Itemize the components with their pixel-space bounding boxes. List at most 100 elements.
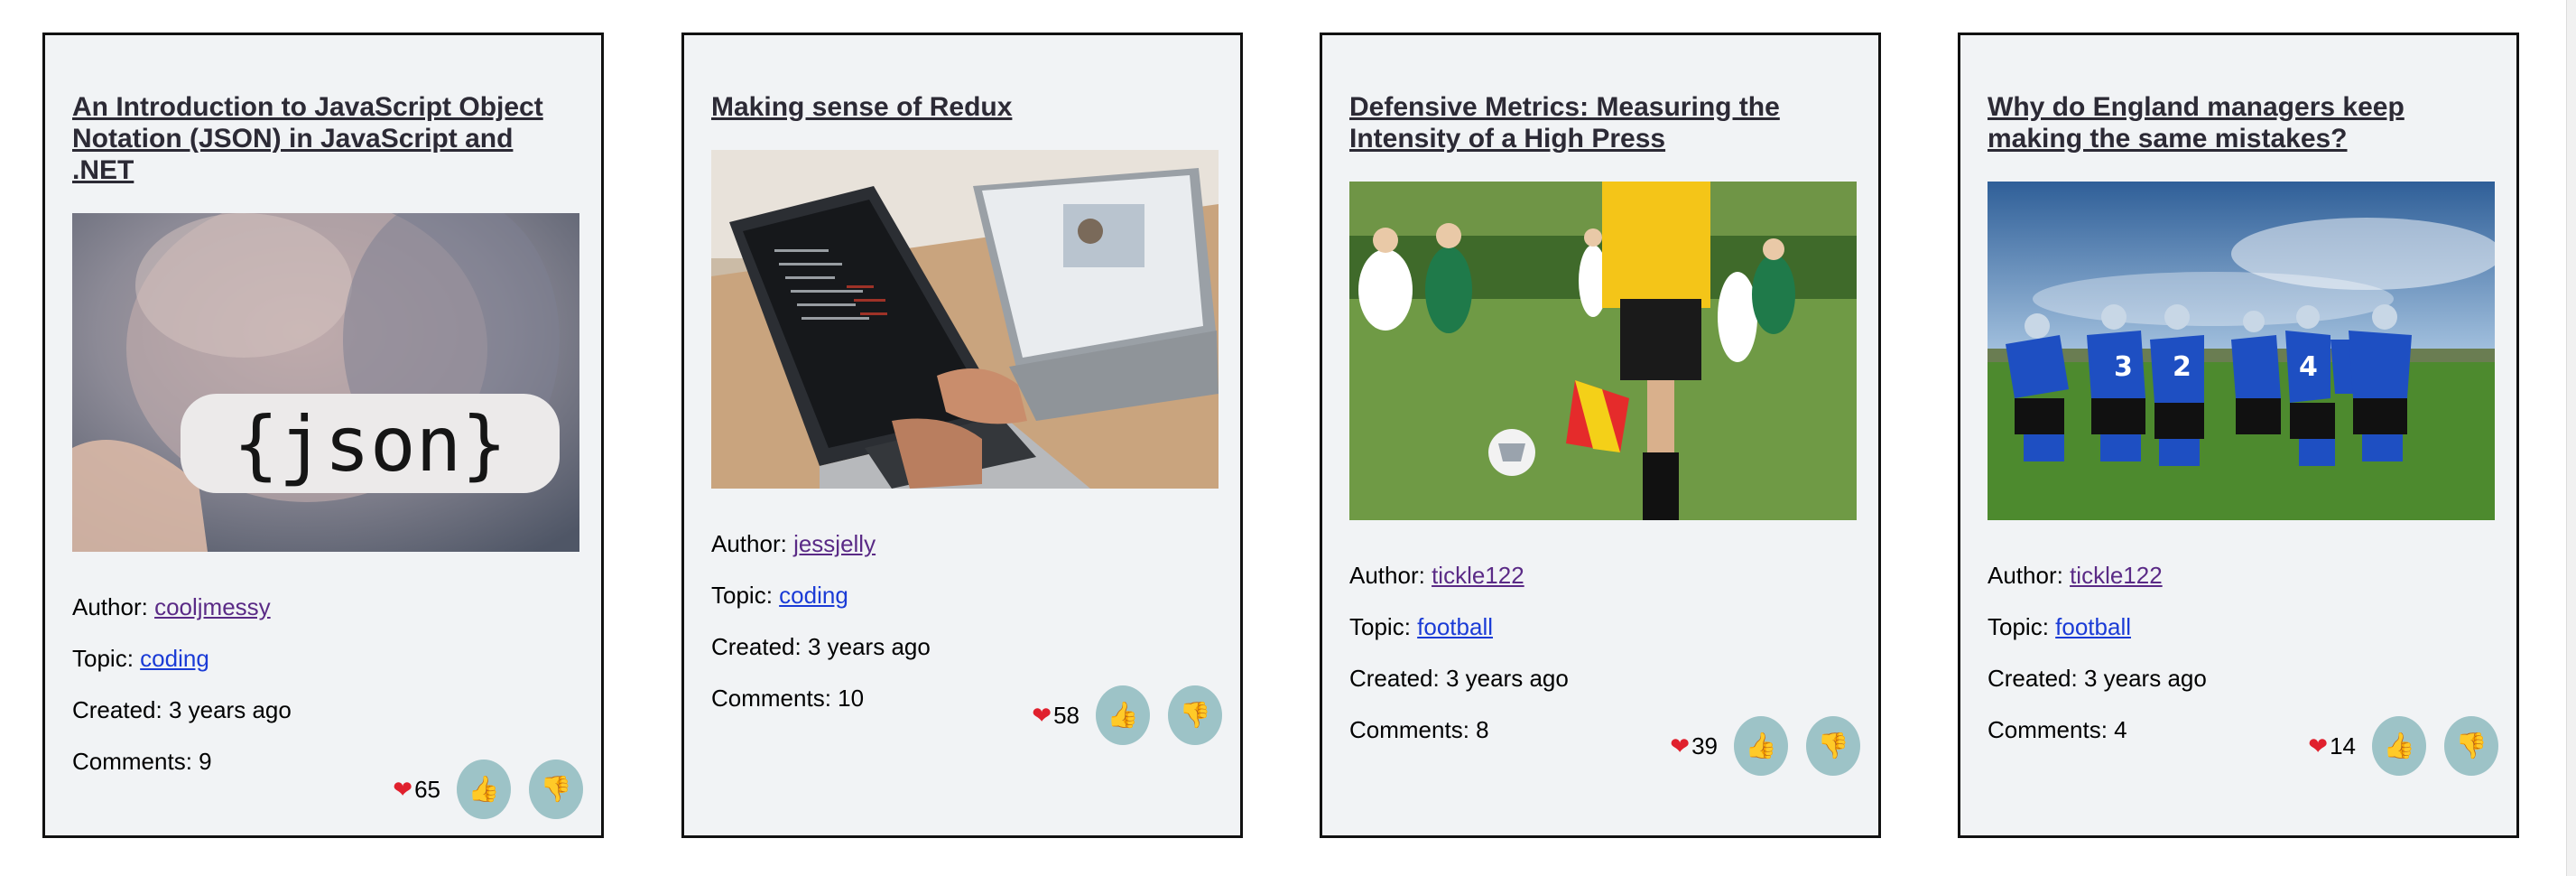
topic-link[interactable]: football [2055,613,2131,640]
article-card-content: Why do England managers keep making the … [1988,91,2495,768]
article-card-content: Defensive Metrics: Measuring the Intensi… [1349,91,1857,768]
comments-count: 10 [838,685,865,712]
topic-label: Topic: [711,582,780,609]
comments-label: Comments: [711,685,839,712]
topic-label: Topic: [1988,613,2056,640]
article-image-graphic: {json} [72,213,579,552]
article-image [1349,182,1857,520]
downvote-button[interactable]: 👎 [1168,685,1222,745]
topic-label: Topic: [72,645,141,672]
author-label: Author: [1988,562,2071,589]
downvote-button[interactable]: 👎 [1806,716,1860,776]
like-count-value: 39 [1691,732,1718,760]
downvote-button[interactable]: 👎 [529,760,583,819]
topic-row: Topic: football [1349,613,1857,640]
created-row: Created: 3 years ago [1349,665,1857,692]
heart-icon: ❤ [1032,702,1052,729]
heart-icon: ❤ [393,776,413,803]
vote-controls: ❤ 65 👍 👎 [393,760,583,819]
author-row: Author: tickle122 [1349,562,1857,589]
article-meta: Author: jessjelly Topic: coding Created:… [711,530,1219,712]
created-label: Created: [1988,665,2084,692]
created-value: 3 years ago [2083,665,2207,692]
comments-count: 9 [199,748,212,775]
like-count-value: 58 [1053,701,1080,729]
thumbs-down-icon: 👎 [540,775,572,803]
svg-text:3: 3 [2114,351,2133,383]
comments-label: Comments: [1349,716,1477,743]
topic-link[interactable]: football [1417,613,1493,640]
vote-controls: ❤ 39 👍 👎 [1670,716,1860,776]
author-label: Author: [711,530,794,557]
thumbs-down-icon: 👎 [1179,701,1211,729]
author-link[interactable]: jessjelly [793,530,876,557]
comments-count: 4 [2114,716,2127,743]
author-link[interactable]: tickle122 [1432,562,1524,589]
heart-icon: ❤ [1670,732,1691,760]
upvote-button[interactable]: 👍 [2372,716,2426,776]
created-value: 3 years ago [1445,665,1569,692]
article-meta: Author: cooljmessy Topic: coding Created… [72,593,579,775]
article-image-graphic [1349,182,1857,520]
created-label: Created: [1349,665,1446,692]
like-count-value: 14 [2330,732,2356,760]
thumbs-up-icon: 👍 [1745,732,1777,760]
heart-icon: ❤ [2308,732,2329,760]
article-title-link[interactable]: Defensive Metrics: Measuring the Intensi… [1349,91,1857,154]
article-title-link[interactable]: Why do England managers keep making the … [1988,91,2495,154]
like-count: ❤ 65 [393,776,440,804]
topic-label: Topic: [1349,613,1418,640]
article-card-content: An Introduction to JavaScript Object Not… [72,91,579,799]
upvote-button[interactable]: 👍 [1734,716,1788,776]
svg-text:2: 2 [2173,351,2191,383]
thumbs-up-icon: 👍 [468,775,500,803]
thumbs-up-icon: 👍 [1107,701,1139,729]
thumbs-down-icon: 👎 [2455,732,2488,760]
created-value: 3 years ago [168,696,292,723]
topic-row: Topic: coding [711,582,1219,609]
topic-row: Topic: football [1988,613,2495,640]
author-row: Author: tickle122 [1988,562,2495,589]
like-count-value: 65 [414,775,440,803]
article-title-link[interactable]: An Introduction to JavaScript Object Not… [72,91,579,186]
json-logo-text: {json} [233,400,506,489]
created-value: 3 years ago [807,633,931,660]
article-image: 3 2 4 [1988,182,2495,520]
comments-count: 8 [1476,716,1489,743]
author-row: Author: cooljmessy [72,593,579,620]
upvote-button[interactable]: 👍 [457,760,511,819]
created-row: Created: 3 years ago [1988,665,2495,692]
topic-link[interactable]: coding [779,582,848,609]
article-title-link[interactable]: Making sense of Redux [711,91,1219,123]
created-row: Created: 3 years ago [72,696,579,723]
article-image-graphic: 3 2 4 [1988,182,2495,520]
author-link[interactable]: tickle122 [2070,562,2163,589]
created-label: Created: [711,633,808,660]
like-count: ❤ 39 [1670,732,1718,760]
like-count: ❤ 58 [1032,702,1080,730]
article-card-content: Making sense of Redux Author: jessjelly … [711,91,1219,736]
like-count: ❤ 14 [2308,732,2356,760]
article-image-graphic [711,150,1219,489]
downvote-button[interactable]: 👎 [2444,716,2498,776]
topic-row: Topic: coding [72,645,579,672]
topic-link[interactable]: coding [140,645,209,672]
article-image: {json} [72,213,579,552]
article-card: An Introduction to JavaScript Object Not… [42,33,604,838]
author-label: Author: [72,593,155,620]
article-card: Making sense of Redux Author: jessjelly … [681,33,1243,838]
thumbs-down-icon: 👎 [1817,732,1849,760]
page-scrollbar[interactable] [2566,0,2576,876]
vote-controls: ❤ 14 👍 👎 [2308,716,2498,776]
vote-controls: ❤ 58 👍 👎 [1032,685,1222,745]
article-card: Defensive Metrics: Measuring the Intensi… [1320,33,1881,838]
upvote-button[interactable]: 👍 [1096,685,1150,745]
author-link[interactable]: cooljmessy [154,593,271,620]
comments-label: Comments: [1988,716,2115,743]
article-image [711,150,1219,489]
comments-label: Comments: [72,748,199,775]
author-label: Author: [1349,562,1432,589]
created-label: Created: [72,696,169,723]
thumbs-up-icon: 👍 [2383,732,2415,760]
article-card: Why do England managers keep making the … [1958,33,2519,838]
